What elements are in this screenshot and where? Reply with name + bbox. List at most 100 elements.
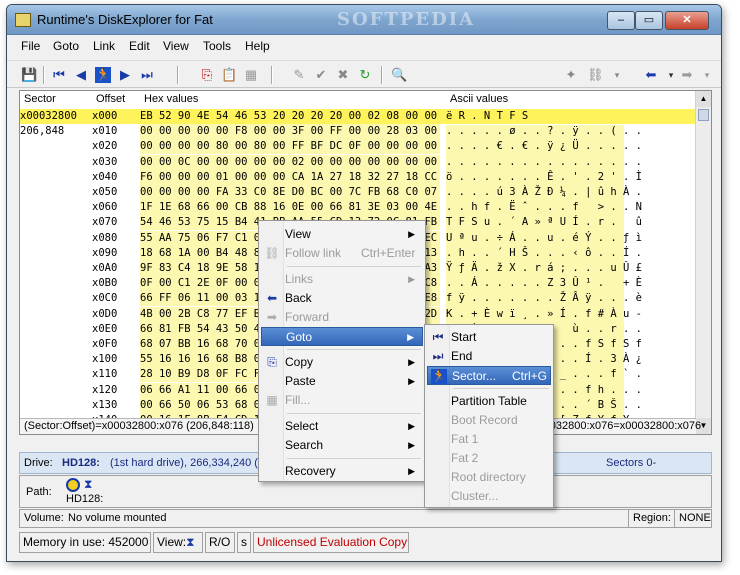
first-icon[interactable]: ⏮ bbox=[51, 67, 67, 83]
menu-item-recovery[interactable]: Recovery ▶ bbox=[261, 462, 423, 481]
menu-item-label: Forward bbox=[285, 310, 330, 324]
offset-status-left: (Sector:Offset)=x00032800:x076 (206,848:… bbox=[24, 420, 254, 432]
back-arrow-icon: ⬅ bbox=[266, 291, 278, 305]
menu-tools[interactable]: Tools bbox=[203, 39, 231, 53]
menu-item-back[interactable]: ⬅ Back bbox=[261, 289, 423, 308]
menu-goto[interactable]: Goto bbox=[53, 39, 79, 53]
ascii-cell[interactable]: K . + È w ï ¸ . » Í . f # À u - bbox=[446, 307, 642, 322]
menu-item-fill[interactable]: ▦ Fill... bbox=[261, 391, 423, 410]
chevron-right-icon: ▶ bbox=[408, 357, 415, 367]
paste-special-icon[interactable]: ▦ bbox=[243, 67, 259, 83]
menu-link[interactable]: Link bbox=[93, 39, 115, 53]
save-icon[interactable]: 💾 bbox=[21, 67, 37, 83]
submenu-item-fat-2[interactable]: Fat 2 bbox=[427, 449, 551, 468]
menu-item-label: Search bbox=[285, 438, 324, 452]
chevron-down-icon[interactable]: ▾ bbox=[663, 67, 679, 83]
menu-item-search[interactable]: Search ▶ bbox=[261, 436, 423, 455]
maximize-button[interactable]: ▭ bbox=[635, 11, 663, 30]
chevron-right-icon: ▶ bbox=[407, 332, 414, 342]
menu-item-paste[interactable]: Paste ▶ bbox=[261, 372, 423, 391]
menu-item-label: Copy bbox=[285, 355, 314, 369]
forward-arrow-icon[interactable]: ➡ bbox=[679, 67, 695, 83]
menu-item-follow-link[interactable]: ⛓ Follow link Ctrl+Enter bbox=[261, 244, 423, 263]
menu-item-forward[interactable]: ➡ Forward bbox=[261, 308, 423, 327]
cancel-icon[interactable]: ✖ bbox=[335, 67, 351, 83]
back-arrow-icon[interactable]: ⬅ bbox=[643, 67, 659, 83]
chevron-down-icon[interactable]: ▾ bbox=[699, 67, 715, 83]
offset-cell: x090 bbox=[92, 246, 118, 259]
menu-separator bbox=[287, 458, 421, 459]
submenu-item-cluster[interactable]: Cluster... bbox=[427, 487, 551, 506]
ascii-cell[interactable]: U ª u . ÷ Á . . u . é Ý . . ƒ ì bbox=[446, 231, 642, 246]
preview-icon[interactable]: 🔍 bbox=[391, 67, 407, 83]
close-button[interactable]: ✕ bbox=[665, 11, 709, 30]
menu-item-view[interactable]: View ▶ bbox=[261, 225, 423, 244]
edit-icon[interactable]: ✎ bbox=[291, 67, 307, 83]
ascii-cell[interactable]: . h . . ´ H Š . . . ‹ ô . . Í . bbox=[446, 246, 642, 261]
submenu-item-root-directory[interactable]: Root directory bbox=[427, 468, 551, 487]
check-icon[interactable]: ✔ bbox=[313, 67, 329, 83]
ascii-cell[interactable]: f ÿ . . . . . . . Ž Â ÿ . . . è bbox=[446, 291, 642, 306]
submenu-item-start[interactable]: ⏮ Start bbox=[427, 328, 551, 347]
refresh-icon[interactable]: ↻ bbox=[357, 67, 373, 83]
hex-cell[interactable]: EB 52 90 4E 54 46 53 20 20 20 20 00 02 0… bbox=[140, 109, 440, 124]
submenu-item-fat-1[interactable]: Fat 1 bbox=[427, 430, 551, 449]
sector-cell: 206,848 bbox=[20, 125, 65, 138]
offset-status-right: x00032800:x076=x00032800:x076 bbox=[532, 420, 702, 432]
hex-cell[interactable]: 00 00 00 00 00 F8 00 00 3F 00 FF 00 00 2… bbox=[140, 124, 440, 140]
last-icon[interactable]: ⏭ bbox=[139, 67, 155, 83]
toolbar-separator bbox=[177, 66, 179, 84]
ascii-cell[interactable]: T F S u . ´ A » ª U Í . r . û bbox=[446, 215, 642, 230]
submenu-item-partition-table[interactable]: Partition Table bbox=[427, 392, 551, 411]
title-bar[interactable]: Runtime's DiskExplorer for Fat SOFTPEDIA… bbox=[7, 5, 721, 35]
menu-item-links[interactable]: Links ▶ bbox=[261, 270, 423, 289]
vertical-scrollbar[interactable]: ▲ ▼ bbox=[695, 91, 711, 434]
scroll-thumb[interactable] bbox=[698, 109, 709, 121]
hex-cell[interactable]: 00 00 00 00 FA 33 C0 8E D0 BC 00 7C FB 6… bbox=[140, 185, 440, 200]
tools-icon[interactable]: ✦ bbox=[563, 67, 579, 83]
toolbar-separator bbox=[43, 66, 45, 84]
offset-cell: x050 bbox=[92, 186, 118, 198]
toolbar-separator bbox=[271, 66, 273, 84]
next-icon[interactable]: ▶ bbox=[117, 67, 133, 83]
menu-item-label: Recovery bbox=[285, 464, 336, 478]
copy-icon[interactable]: ⎘ bbox=[199, 67, 215, 83]
menu-file[interactable]: File bbox=[21, 39, 40, 53]
ascii-cell[interactable]: ö . . . . . . . Ê . ' . 2 ' . Ì bbox=[446, 170, 642, 185]
goto-sector-icon[interactable]: 🏃 bbox=[95, 67, 111, 83]
drive-label: Drive: bbox=[24, 457, 53, 469]
volume-bar: Volume: No volume mounted Region: NONE bbox=[19, 509, 712, 528]
previous-icon[interactable]: ◀ bbox=[73, 67, 89, 83]
scroll-up-icon[interactable]: ▲ bbox=[696, 91, 711, 107]
ascii-cell[interactable]: . . . . . . . . . . . . . . . . bbox=[446, 155, 642, 170]
ascii-cell[interactable]: . . Á . . . . . Z 3 Û ¹ . + È bbox=[446, 276, 642, 291]
submenu-item-boot-record[interactable]: Boot Record bbox=[427, 411, 551, 430]
region-label: Region: bbox=[628, 510, 678, 527]
ascii-cell[interactable]: ë R . N T F S bbox=[446, 109, 624, 124]
menu-item-goto[interactable]: Goto ▶ bbox=[261, 327, 423, 346]
submenu-item-label: Partition Table bbox=[451, 394, 527, 408]
hex-cell[interactable]: 1F 1E 68 66 00 CB 88 16 0E 00 66 81 3E 0… bbox=[140, 200, 440, 216]
chevron-right-icon: ▶ bbox=[408, 466, 415, 476]
ascii-cell[interactable]: . . . . . ø . . ? . ÿ . . ( . . bbox=[446, 124, 642, 139]
submenu-item-sector[interactable]: 🏃 Sector... Ctrl+G bbox=[427, 366, 551, 385]
chevron-down-icon[interactable]: ▾ bbox=[609, 67, 625, 83]
menu-help[interactable]: Help bbox=[245, 39, 270, 53]
hex-cell[interactable]: F6 00 00 00 01 00 00 00 CA 1A 27 18 32 2… bbox=[140, 169, 440, 185]
menu-item-select[interactable]: Select ▶ bbox=[261, 417, 423, 436]
ascii-cell[interactable]: . . . . ú 3 À Ž Ð ¼ . | û h À . bbox=[446, 185, 642, 200]
link-icon[interactable]: ⛓ bbox=[587, 67, 604, 83]
paste-icon[interactable]: 📋 bbox=[221, 67, 237, 83]
submenu-item-shortcut: Ctrl+G bbox=[512, 369, 548, 383]
hex-cell[interactable]: 00 00 00 00 80 00 80 00 FF BF DC 0F 00 0… bbox=[140, 139, 440, 155]
minimize-button[interactable]: – bbox=[607, 11, 635, 30]
menu-item-copy[interactable]: ⎘ Copy ▶ bbox=[261, 353, 423, 372]
hex-cell[interactable]: 00 00 0C 00 00 00 00 00 02 00 00 00 00 0… bbox=[140, 154, 440, 170]
menu-edit[interactable]: Edit bbox=[129, 39, 150, 53]
ascii-cell[interactable]: . . . . € . € . ÿ ¿ Ü . . . . . bbox=[446, 139, 642, 154]
ascii-cell[interactable]: Ÿ ƒ Ä . ž X . r á ; . . . u Û £ bbox=[446, 261, 642, 276]
menu-view[interactable]: View bbox=[163, 39, 189, 53]
ascii-cell[interactable]: . . h f . Ë ˆ . . . f > . . N bbox=[446, 200, 642, 215]
toolbar-separator bbox=[381, 66, 383, 84]
submenu-item-end[interactable]: ⏭ End bbox=[427, 347, 551, 366]
